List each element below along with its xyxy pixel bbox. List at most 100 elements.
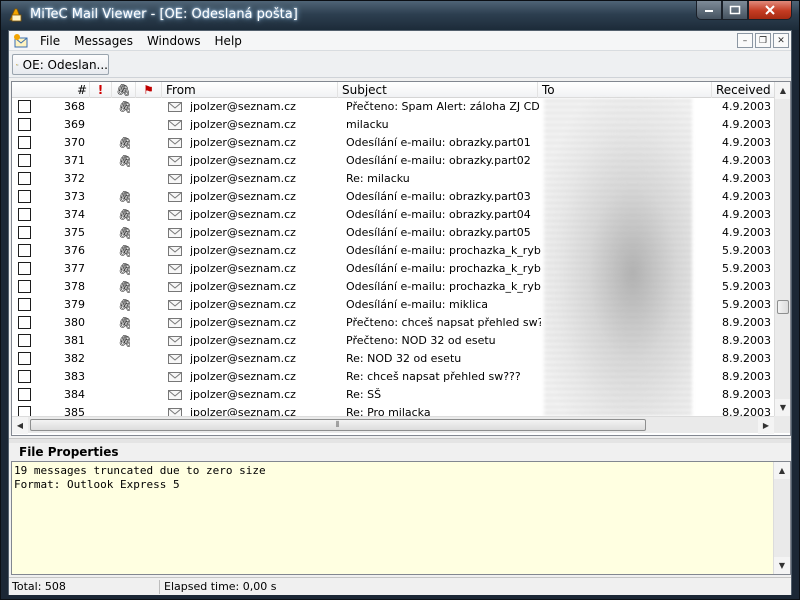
message-number: 379	[64, 298, 85, 311]
message-subject: Odesílání e-mailu: obrazky.part03	[346, 190, 531, 203]
message-number: 371	[64, 154, 85, 167]
message-received: 4.9.2003 12	[722, 118, 782, 131]
row-checkbox[interactable]	[18, 370, 31, 383]
column-flag[interactable]: ⚑	[136, 82, 162, 98]
row-checkbox[interactable]	[18, 136, 31, 149]
row-checkbox[interactable]	[18, 262, 31, 275]
message-number: 382	[64, 352, 85, 365]
pane-splitter[interactable]	[9, 438, 791, 443]
menu-help[interactable]: Help	[209, 34, 250, 48]
message-number: 375	[64, 226, 85, 239]
envelope-icon	[168, 138, 182, 148]
attachment-icon: 🖇	[118, 206, 130, 224]
message-from: jpolzer@seznam.cz	[190, 262, 296, 275]
envelope-icon	[168, 210, 182, 220]
list-header: # ! 🖇 ⚑ From Subject To Received	[12, 82, 774, 98]
maximize-button[interactable]	[722, 1, 748, 20]
message-received: 8.9.2003 12	[722, 316, 782, 329]
message-number: 377	[64, 262, 85, 275]
message-subject: Přečteno: chceš napsat přehled sw???	[346, 316, 541, 329]
message-number: 369	[64, 118, 85, 131]
column-number[interactable]: #	[12, 82, 90, 98]
message-subject: Odesílání e-mailu: prochazka_k_rybic...	[346, 262, 541, 275]
envelope-icon	[168, 264, 182, 274]
message-from: jpolzer@seznam.cz	[190, 352, 296, 365]
envelope-icon	[168, 192, 182, 202]
title-bar[interactable]: MiTeC Mail Viewer - [OE: Odeslaná pošta]	[1, 1, 799, 30]
message-subject: Odesílání e-mailu: prochazka_k_rybic...	[346, 244, 541, 257]
envelope-icon	[168, 174, 182, 184]
list-vertical-scrollbar[interactable]: ▲ ▼	[774, 82, 790, 416]
properties-title: File Properties	[19, 445, 119, 459]
close-button[interactable]	[748, 1, 792, 20]
message-from: jpolzer@seznam.cz	[190, 208, 296, 221]
scroll-down-icon[interactable]: ▼	[774, 557, 790, 574]
list-horizontal-scrollbar[interactable]: ◀ ⦀ ▶	[12, 416, 774, 434]
column-subject[interactable]: Subject	[338, 82, 538, 98]
column-attachment[interactable]: 🖇	[112, 82, 136, 98]
envelope-icon	[168, 246, 182, 256]
mdi-minimize-button[interactable]: –	[737, 33, 753, 48]
row-checkbox[interactable]	[18, 388, 31, 401]
message-number: 383	[64, 370, 85, 383]
row-checkbox[interactable]	[18, 334, 31, 347]
envelope-icon	[168, 120, 182, 130]
row-checkbox[interactable]	[18, 226, 31, 239]
row-checkbox[interactable]	[18, 172, 31, 185]
message-received: 8.9.2003 12	[722, 370, 782, 383]
row-checkbox[interactable]	[18, 154, 31, 167]
scroll-up-icon[interactable]: ▲	[775, 82, 790, 99]
message-number: 368	[64, 100, 85, 113]
tab-oe-sent[interactable]: OE: Odeslan...	[12, 54, 109, 75]
client-area: File Messages Windows Help – ❐ ✕ OE: Ode…	[8, 30, 792, 595]
envelope-icon	[168, 282, 182, 292]
horizontal-scroll-thumb[interactable]: ⦀	[30, 419, 646, 431]
message-subject: Přečteno: NOD 32 od esetu	[346, 334, 496, 347]
row-checkbox[interactable]	[18, 280, 31, 293]
message-number: 372	[64, 172, 85, 185]
column-from[interactable]: From	[162, 82, 338, 98]
row-checkbox[interactable]	[18, 298, 31, 311]
row-checkbox[interactable]	[18, 244, 31, 257]
message-subject: Re: milacku	[346, 172, 410, 185]
envelope-icon	[168, 228, 182, 238]
message-received: 8.9.2003 12	[722, 334, 782, 347]
message-received: 4.9.2003 12	[722, 208, 782, 221]
envelope-icon	[168, 336, 182, 346]
message-number: 384	[64, 388, 85, 401]
row-checkbox[interactable]	[18, 118, 31, 131]
message-from: jpolzer@seznam.cz	[190, 190, 296, 203]
menu-file[interactable]: File	[34, 34, 68, 48]
row-checkbox[interactable]	[18, 190, 31, 203]
mdi-close-button[interactable]: ✕	[773, 33, 789, 48]
minimize-button[interactable]	[696, 1, 722, 20]
mdi-child-icon[interactable]	[12, 32, 30, 50]
envelope-icon	[168, 354, 182, 364]
message-from: jpolzer@seznam.cz	[190, 388, 296, 401]
scroll-up-icon[interactable]: ▲	[774, 462, 790, 479]
scroll-down-icon[interactable]: ▼	[775, 399, 790, 416]
vertical-scroll-thumb[interactable]	[777, 300, 789, 314]
scroll-left-icon[interactable]: ◀	[12, 417, 28, 434]
menu-bar: File Messages Windows Help – ❐ ✕	[9, 31, 791, 51]
row-checkbox[interactable]	[18, 316, 31, 329]
mdi-restore-button[interactable]: ❐	[755, 33, 771, 48]
menu-windows[interactable]: Windows	[141, 34, 209, 48]
row-checkbox[interactable]	[18, 100, 31, 113]
row-checkbox[interactable]	[18, 352, 31, 365]
attachment-icon: 🖇	[118, 98, 130, 116]
message-from: jpolzer@seznam.cz	[190, 298, 296, 311]
maximize-icon	[729, 5, 741, 15]
column-to[interactable]: To	[538, 82, 712, 98]
attachment-icon: 🖇	[118, 134, 130, 152]
column-received[interactable]: Received	[712, 82, 774, 98]
message-received: 8.9.2003 12	[722, 388, 782, 401]
column-priority[interactable]: !	[90, 82, 112, 98]
row-checkbox[interactable]	[18, 208, 31, 221]
menu-messages[interactable]: Messages	[68, 34, 141, 48]
status-total: Total: 508	[12, 580, 66, 593]
scroll-right-icon[interactable]: ▶	[758, 417, 774, 434]
message-subject: Re: SŠ	[346, 388, 382, 401]
status-divider	[159, 580, 160, 594]
properties-scrollbar[interactable]: ▲ ▼	[773, 462, 790, 574]
